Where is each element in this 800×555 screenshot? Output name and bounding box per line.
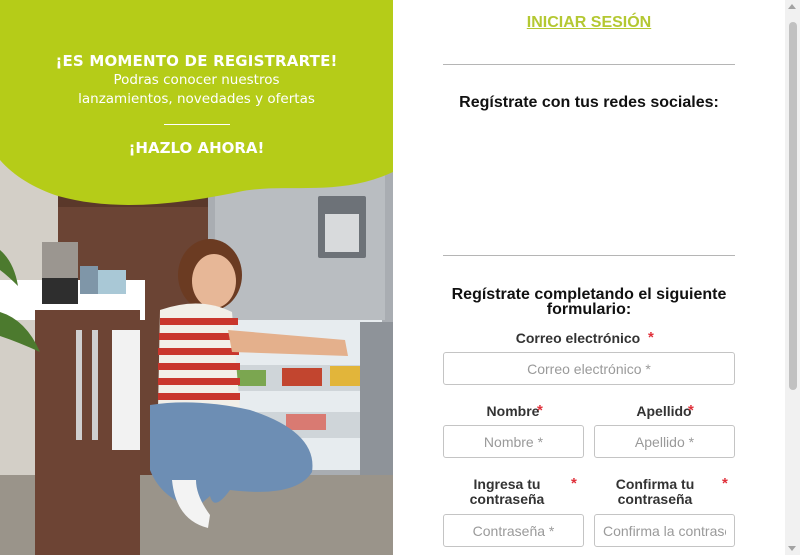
registration-form-panel: INICIAR SESIÓN Regístrate con tus redes … bbox=[393, 0, 785, 555]
first-name-input[interactable] bbox=[443, 425, 584, 458]
promo-subtext-line2: lanzamientos, novedades y ofertas bbox=[78, 91, 315, 107]
social-heading: Regístrate con tus redes sociales: bbox=[459, 94, 719, 111]
email-required-mark: * bbox=[648, 329, 654, 346]
divider-middle bbox=[443, 255, 735, 256]
scrollbar-thumb[interactable] bbox=[789, 22, 797, 390]
first-name-required-mark: * bbox=[537, 402, 543, 419]
promo-cta: ¡HAZLO AHORA! bbox=[128, 139, 265, 157]
login-link[interactable]: INICIAR SESIÓN bbox=[393, 14, 785, 32]
divider-top bbox=[443, 64, 735, 65]
email-input[interactable] bbox=[443, 352, 735, 385]
form-heading: Regístrate completando el siguiente form… bbox=[451, 286, 727, 318]
scroll-up-arrow-icon[interactable] bbox=[788, 4, 796, 9]
last-name-input[interactable] bbox=[594, 425, 735, 458]
password-required-mark: * bbox=[571, 475, 577, 492]
register-page: ¡ES MOMENTO DE REGISTRARTE! Podras conoc… bbox=[0, 0, 800, 555]
password-label: Ingresa tu contraseña bbox=[469, 476, 545, 507]
promo-panel: ¡ES MOMENTO DE REGISTRARTE! Podras conoc… bbox=[0, 0, 393, 555]
scroll-down-arrow-icon[interactable] bbox=[788, 546, 796, 551]
page-scrollbar[interactable] bbox=[785, 0, 800, 555]
password-input[interactable] bbox=[443, 514, 584, 547]
promo-headline: ¡ES MOMENTO DE REGISTRARTE! bbox=[55, 52, 338, 70]
confirm-password-input[interactable] bbox=[594, 514, 735, 547]
promo-subtext-line1: Podras conocer nuestros bbox=[113, 72, 280, 88]
confirm-password-required-mark: * bbox=[722, 475, 728, 492]
promo-text-block: ¡ES MOMENTO DE REGISTRARTE! Podras conoc… bbox=[0, 52, 393, 157]
promo-divider bbox=[163, 124, 230, 125]
first-name-label: Nombre bbox=[486, 403, 540, 419]
confirm-password-label: Confirma tu contraseña bbox=[615, 476, 695, 507]
last-name-required-mark: * bbox=[688, 402, 694, 419]
email-label: Correo electrónico bbox=[515, 330, 641, 346]
last-name-label: Apellido bbox=[636, 403, 692, 419]
